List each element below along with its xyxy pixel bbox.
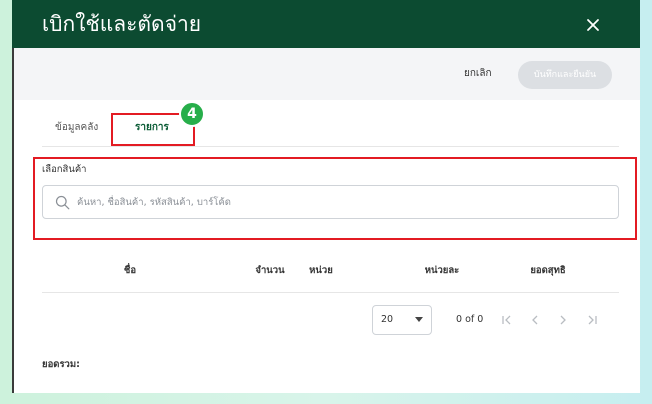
next-page-icon[interactable] [556, 313, 570, 327]
column-header-unit: หน่วย [309, 265, 333, 276]
save-and-confirm-button[interactable]: บันทึกและยืนยัน [518, 61, 612, 89]
chevron-down-icon [415, 317, 423, 322]
prev-page-icon[interactable] [528, 313, 542, 327]
modal-dialog: เบิกใช้และตัดจ่าย ยกเลิก บันทึกและยืนยัน… [12, 0, 640, 393]
grand-total-label: ยอดรวม: [42, 359, 80, 370]
pagination-range: 0 of 0 [456, 314, 484, 325]
close-icon [587, 19, 599, 31]
step-badge: 4 [179, 101, 205, 127]
cancel-button[interactable]: ยกเลิก [464, 66, 492, 82]
search-icon [55, 195, 70, 210]
modal-header: เบิกใช้และตัดจ่าย [12, 0, 640, 48]
last-page-icon[interactable] [585, 313, 599, 327]
column-header-net-total: ยอดสุทธิ [530, 265, 566, 276]
rows-per-page-select[interactable]: 20 [372, 305, 432, 335]
product-search-box[interactable] [42, 185, 619, 219]
column-header-quantity: จำนวน [255, 265, 285, 276]
rows-per-page-value: 20 [381, 314, 394, 325]
modal-left-border [12, 48, 14, 393]
column-header-name: ชื่อ [123, 265, 137, 276]
action-bar: ยกเลิก บันทึกและยืนยัน [12, 48, 640, 100]
close-button[interactable] [584, 16, 602, 34]
first-page-icon[interactable] [500, 313, 514, 327]
tab-divider [42, 146, 619, 147]
column-header-unit-price: หน่วยละ [424, 265, 460, 276]
table-divider [42, 292, 619, 293]
product-search-input[interactable] [77, 187, 607, 217]
tab-warehouse-info[interactable]: ข้อมูลคลัง [55, 120, 98, 136]
product-picker-label: เลือกสินค้า [42, 164, 87, 175]
modal-title: เบิกใช้และตัดจ่าย [42, 12, 202, 36]
